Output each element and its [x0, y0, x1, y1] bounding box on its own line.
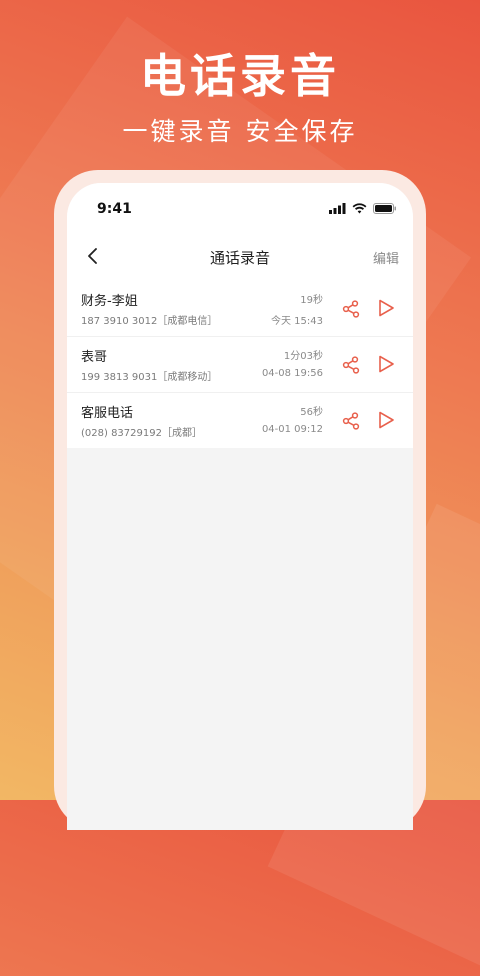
page-title: 通话录音 — [209, 249, 270, 267]
contact-name: 表哥 — [81, 350, 108, 365]
play-icon[interactable] — [377, 299, 395, 317]
recording-duration: 19秒 — [300, 295, 323, 306]
recording-date: 04-01 09:12 — [261, 424, 323, 435]
recording-item[interactable]: 客服电话 (028) 83729192［成都］ 56秒 04-01 09:12 — [67, 393, 413, 448]
phone-number: 199 3813 9031［成都移动］ — [81, 372, 218, 383]
recording-date: 04-08 19:56 — [261, 368, 323, 379]
status-time: 9:41 — [97, 201, 132, 217]
recording-item[interactable]: 财务-李姐 187 3910 3012［成都电信］ 19秒 今天 15:43 — [67, 281, 413, 337]
status-icons — [329, 203, 397, 214]
hero-subtitle: 一键录音 安全保存 — [122, 117, 358, 146]
phone-number: 187 3910 3012［成都电信］ — [81, 316, 218, 327]
recording-duration: 1分03秒 — [283, 351, 323, 362]
phone-frame: 9:41 通话录音 编辑 财务-李姐 187 3910 3012［成都电信］ 1… — [54, 170, 426, 830]
share-icon[interactable] — [341, 411, 361, 431]
recording-list: 财务-李姐 187 3910 3012［成都电信］ 19秒 今天 15:43 表… — [67, 281, 413, 448]
phone-number: (028) 83729192［成都］ — [81, 428, 202, 439]
hero-title: 电话录音 — [140, 49, 340, 103]
recording-item[interactable]: 表哥 199 3813 9031［成都移动］ 1分03秒 04-08 19:56 — [67, 337, 413, 393]
share-icon[interactable] — [341, 299, 361, 319]
contact-name: 财务-李姐 — [81, 294, 138, 309]
play-icon[interactable] — [377, 355, 395, 373]
recording-duration: 56秒 — [300, 407, 323, 418]
edit-button[interactable]: 编辑 — [373, 248, 399, 267]
signal-icon — [329, 203, 346, 214]
share-icon[interactable] — [341, 355, 361, 375]
battery-icon — [373, 203, 396, 214]
play-icon[interactable] — [377, 411, 395, 429]
phone-screen: 9:41 通话录音 编辑 财务-李姐 187 3910 3012［成都电信］ 1… — [67, 183, 413, 830]
status-bar: 9:41 — [67, 183, 413, 233]
recording-date: 今天 15:43 — [271, 316, 323, 327]
wifi-icon — [352, 203, 367, 214]
contact-name: 客服电话 — [81, 406, 134, 421]
navigation-bar: 通话录音 编辑 — [67, 233, 413, 281]
